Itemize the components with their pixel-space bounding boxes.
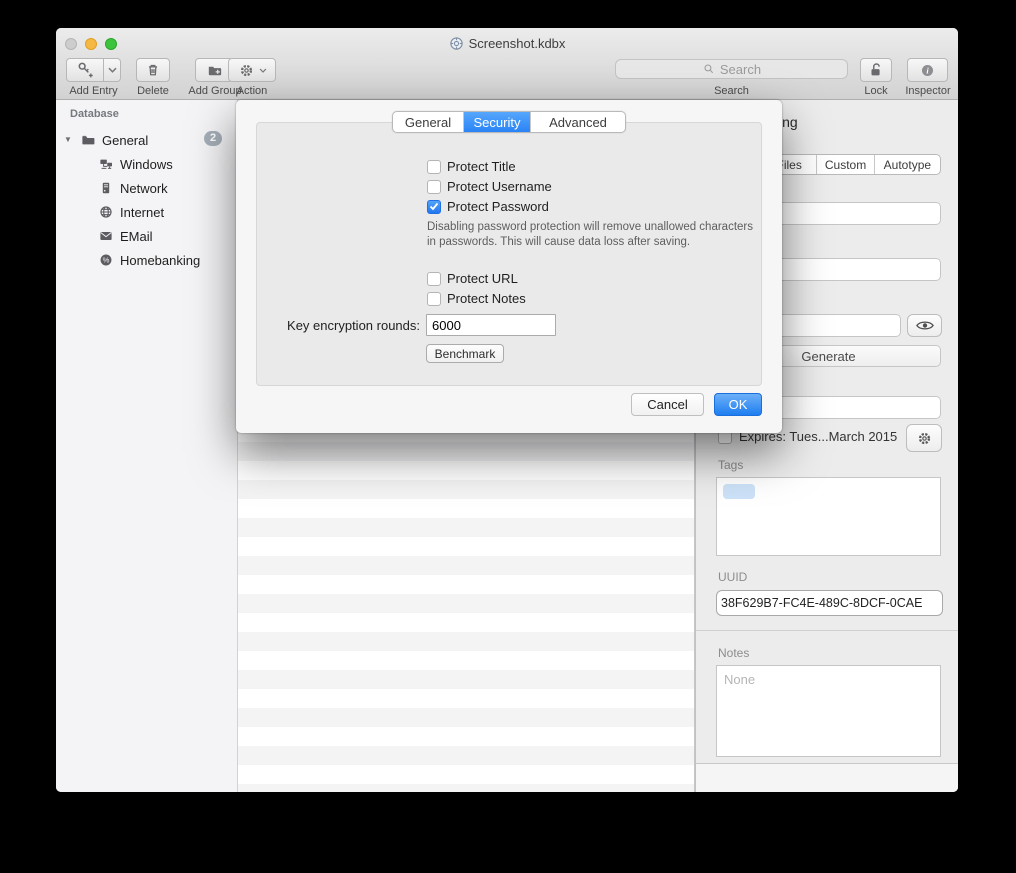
- tags-box[interactable]: [716, 477, 941, 556]
- sidebar-item-label: Internet: [120, 205, 164, 220]
- entry-count-badge: 2: [204, 131, 222, 146]
- protect-username-checkbox[interactable]: [427, 180, 441, 194]
- cancel-button[interactable]: Cancel: [631, 393, 704, 416]
- expires-settings-button[interactable]: [906, 424, 942, 452]
- info-icon: i: [919, 62, 936, 79]
- delete-button[interactable]: [136, 58, 170, 82]
- notes-label: Notes: [718, 646, 749, 660]
- folder-plus-icon: [205, 61, 224, 80]
- inspector-label: Inspector: [898, 85, 958, 97]
- inspector-tab-bar: Files Custom Autotype: [761, 154, 941, 175]
- search-label: Search: [615, 85, 848, 97]
- protect-notes-row: Protect Notes: [427, 291, 526, 306]
- window-title: Screenshot.kdbx: [56, 36, 958, 51]
- dialog-tab-bar: General Security Advanced: [392, 111, 626, 133]
- action-button[interactable]: [228, 58, 276, 82]
- search-placeholder: Search: [720, 62, 761, 77]
- svg-text:%: %: [103, 256, 110, 265]
- database-settings-dialog: General Security Advanced Protect Title …: [236, 100, 782, 433]
- globe-icon: [98, 204, 114, 220]
- kdbx-document-icon: [449, 36, 464, 51]
- sidebar-item-label: General: [102, 133, 148, 148]
- tab-advanced[interactable]: Advanced: [530, 112, 625, 132]
- sidebar-item-homebanking[interactable]: % Homebanking: [56, 250, 237, 270]
- action-label: Action: [228, 85, 276, 97]
- lock-label: Lock: [846, 85, 906, 97]
- window-chrome: Screenshot.kdbx Add Entry Delete Add Gro…: [56, 28, 958, 100]
- desktop-background: Screenshot.kdbx Add Entry Delete Add Gro…: [0, 0, 1016, 873]
- search-input[interactable]: Search: [615, 59, 848, 79]
- search-icon: [702, 62, 716, 76]
- protect-password-label: Protect Password: [447, 199, 549, 214]
- tag-chip[interactable]: [723, 484, 755, 499]
- percent-icon: %: [98, 252, 114, 268]
- chevron-down-icon: [108, 67, 117, 73]
- tab-security[interactable]: Security: [463, 112, 530, 132]
- eye-icon: [915, 319, 935, 332]
- sidebar-item-label: Homebanking: [120, 253, 200, 268]
- protect-username-label: Protect Username: [447, 179, 552, 194]
- protect-url-row: Protect URL: [427, 271, 518, 286]
- key-plus-icon: [76, 61, 95, 80]
- tab-custom[interactable]: Custom: [816, 155, 873, 174]
- sidebar-item-network[interactable]: Network: [56, 178, 237, 198]
- benchmark-button[interactable]: Benchmark: [426, 344, 504, 363]
- app-window: Screenshot.kdbx Add Entry Delete Add Gro…: [56, 28, 958, 792]
- password-protection-warning: Disabling password protection will remov…: [427, 220, 759, 250]
- lock-open-icon: [867, 61, 885, 79]
- delete-label: Delete: [119, 85, 187, 97]
- sidebar-item-label: EMail: [120, 229, 153, 244]
- tags-label: Tags: [718, 458, 743, 472]
- inspector-button[interactable]: i: [907, 58, 948, 82]
- folder-icon: [80, 132, 96, 148]
- server-icon: [98, 180, 114, 196]
- sidebar: Database ▼ General 2 Windows Network Int…: [56, 100, 237, 792]
- chevron-down-icon: [259, 68, 267, 73]
- protect-password-row: Protect Password: [427, 199, 549, 214]
- rounds-label: Key encryption rounds:: [266, 318, 420, 333]
- envelope-icon: [98, 228, 114, 244]
- add-entry-dropdown-button[interactable]: [104, 58, 121, 82]
- divider: [696, 630, 958, 631]
- gear-icon: [238, 62, 255, 79]
- uuid-label: UUID: [718, 570, 747, 584]
- protect-title-row: Protect Title: [427, 159, 516, 174]
- uuid-value: 38F629B7-FC4E-489C-8DCF-0CAE: [721, 596, 922, 610]
- lock-button[interactable]: [860, 58, 892, 82]
- tab-general[interactable]: General: [393, 112, 463, 132]
- inspector-bottom-bar: [696, 763, 958, 792]
- add-entry-label: Add Entry: [66, 85, 121, 97]
- sidebar-item-label: Network: [120, 181, 168, 196]
- sidebar-item-windows[interactable]: Windows: [56, 154, 237, 174]
- protect-url-label: Protect URL: [447, 271, 518, 286]
- network-computers-icon: [98, 156, 114, 172]
- key-encryption-rounds-input[interactable]: [426, 314, 556, 336]
- gear-icon: [916, 430, 933, 447]
- protect-url-checkbox[interactable]: [427, 272, 441, 286]
- protect-notes-checkbox[interactable]: [427, 292, 441, 306]
- add-entry-button[interactable]: [66, 58, 104, 82]
- reveal-password-button[interactable]: [907, 314, 942, 337]
- protect-password-checkbox[interactable]: [427, 200, 441, 214]
- trash-icon: [144, 61, 162, 79]
- protect-username-row: Protect Username: [427, 179, 552, 194]
- protect-notes-label: Protect Notes: [447, 291, 526, 306]
- tab-autotype[interactable]: Autotype: [874, 155, 940, 174]
- ok-button[interactable]: OK: [714, 393, 762, 416]
- protect-title-label: Protect Title: [447, 159, 516, 174]
- sidebar-item-internet[interactable]: Internet: [56, 202, 237, 222]
- notes-textarea[interactable]: [716, 665, 941, 757]
- uuid-field[interactable]: 38F629B7-FC4E-489C-8DCF-0CAE: [716, 590, 943, 616]
- protect-title-checkbox[interactable]: [427, 160, 441, 174]
- sidebar-item-label: Windows: [120, 157, 173, 172]
- sidebar-section-header: Database: [70, 108, 119, 120]
- sidebar-item-email[interactable]: EMail: [56, 226, 237, 246]
